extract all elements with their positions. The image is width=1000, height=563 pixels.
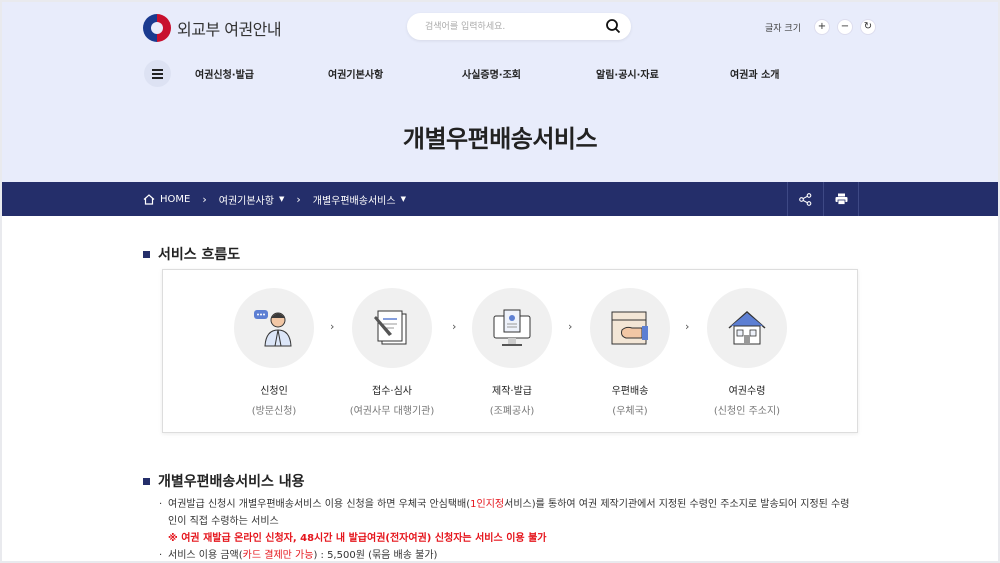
font-increase-button[interactable]: + [813, 19, 830, 35]
page-title: 개별우편배송서비스 [402, 125, 598, 153]
breadcrumb-level1-label: 여권기본사항 [218, 195, 274, 207]
flow-step-applicant: 신청인 (방문신청) [209, 288, 339, 417]
page: 외교부 여권안내 검색어를 입력하세요. 글자 크기 + − ↻ 여권신청·발급… [2, 2, 998, 561]
flow-diagram: 신청인 (방문신청) › 접수·심사 (여권사무 대행기관) › 제작·발급 (… [162, 269, 858, 433]
production-icon [493, 309, 531, 346]
hamburger-icon-line [152, 73, 163, 75]
hamburger-icon [152, 69, 163, 71]
item2-highlight: 카드 결제만 가능 [242, 550, 314, 561]
taegeuk-logo-icon [143, 14, 171, 42]
flow-step-production: 제작·발급 (조폐공사) [447, 288, 577, 417]
breadcrumb-level1[interactable]: 여권기본사항 ▼ [219, 192, 285, 207]
section-title-content-text: 개별우편배송서비스 내용 [158, 474, 305, 490]
logo-text: 외교부 여권안내 [177, 20, 282, 39]
menu-button[interactable] [144, 60, 171, 87]
flow-step-receive: 여권수령 (신청인 주소지) [682, 288, 812, 417]
print-button[interactable] [823, 182, 859, 216]
section-bullet [143, 250, 150, 258]
flow-step-delivery: 우편배송 (우체국) [565, 288, 695, 417]
nav-item-notice[interactable]: 알림·공시·자료 [596, 66, 659, 81]
item2-text-b: ) : 5,500원 (묶음 배송 불가) [313, 550, 438, 561]
document-review-icon [374, 310, 407, 345]
nav-item-basics[interactable]: 여권기본사항 [328, 66, 383, 81]
person-icon [254, 310, 292, 347]
flow-step-sub: (조폐공사) [489, 406, 535, 417]
item1-highlight: 1인지정 [470, 499, 505, 510]
section-bullet [143, 477, 150, 485]
hamburger-icon-line [152, 77, 163, 79]
flow-step-label: 제작·발급 [492, 386, 532, 397]
list-item: 여권발급 신청시 개별우편배송서비스 이용 신청을 하면 우체국 안심택배(1인… [157, 496, 857, 530]
section-title-flow: 서비스 흐름도 [143, 244, 240, 264]
flow-step-label: 접수·심사 [372, 386, 412, 397]
flow-step-label: 우편배송 [611, 386, 649, 397]
flow-step-sub: (방문신청) [251, 406, 297, 417]
search-input[interactable]: 검색어를 입력하세요. [425, 19, 505, 32]
chevron-right-icon: › [296, 192, 301, 206]
site-logo[interactable]: 외교부 여권안내 [143, 14, 282, 42]
nav-item-apply[interactable]: 여권신청·발급 [195, 66, 254, 81]
chevron-right-icon: › [202, 192, 207, 206]
search-icon[interactable] [605, 18, 621, 34]
section-title-flow-text: 서비스 흐름도 [158, 247, 241, 263]
share-button[interactable] [787, 182, 823, 216]
caret-down-icon: ▼ [400, 195, 406, 203]
flow-step-sub: (신청인 주소지) [713, 406, 781, 417]
search-box[interactable]: 검색어를 입력하세요. [407, 13, 631, 40]
breadcrumb-home-label: HOME [160, 193, 191, 205]
nav-item-certificate[interactable]: 사실증명·조회 [462, 66, 521, 81]
share-icon [799, 192, 812, 206]
header: 외교부 여권안내 검색어를 입력하세요. 글자 크기 + − ↻ 여권신청·발급… [2, 2, 998, 182]
caret-down-icon: ▼ [278, 195, 285, 203]
breadcrumb-level2[interactable]: 개별우편배송서비스 ▼ [313, 192, 406, 207]
delivery-box-icon [611, 311, 648, 345]
item2-text-a: 서비스 이용 금액( [168, 550, 243, 561]
nav-item-about[interactable]: 여권과 소개 [730, 66, 779, 81]
font-decrease-button[interactable]: − [836, 19, 853, 35]
home-icon [143, 193, 155, 205]
font-reset-button[interactable]: ↻ [859, 19, 876, 35]
font-size-controls: 글자 크기 + − ↻ [765, 19, 876, 35]
flow-step-sub: (우체국) [612, 406, 648, 417]
content-list: 여권발급 신청시 개별우편배송서비스 이용 신청을 하면 우체국 안심택배(1인… [157, 496, 857, 561]
breadcrumb-home[interactable]: HOME [143, 194, 190, 205]
breadcrumb: HOME › 여권기본사항 ▼ › 개별우편배송서비스 ▼ [2, 182, 998, 216]
warning-note: ※ 여권 재발급 온라인 신청자, 48시간 내 발급여권(전자여권) 신청자는… [168, 533, 547, 544]
house-icon [728, 310, 766, 345]
section-title-content: 개별우편배송서비스 내용 [143, 471, 305, 491]
flow-step-label: 여권수령 [728, 386, 766, 397]
flow-step-label: 신청인 [260, 386, 288, 397]
flow-step-sub: (여권사무 대행기관) [349, 406, 435, 417]
flow-step-review: 접수·심사 (여권사무 대행기관) [327, 288, 457, 417]
breadcrumb-level2-label: 개별우편배송서비스 [312, 195, 396, 207]
font-size-label: 글자 크기 [765, 23, 801, 34]
item1-text-a: 여권발급 신청시 개별우편배송서비스 이용 신청을 하면 우체국 안심택배( [168, 499, 471, 510]
print-icon [835, 193, 847, 205]
list-item: 서비스 이용 금액(카드 결제만 가능) : 5,500원 (묶음 배송 불가) [157, 547, 857, 561]
